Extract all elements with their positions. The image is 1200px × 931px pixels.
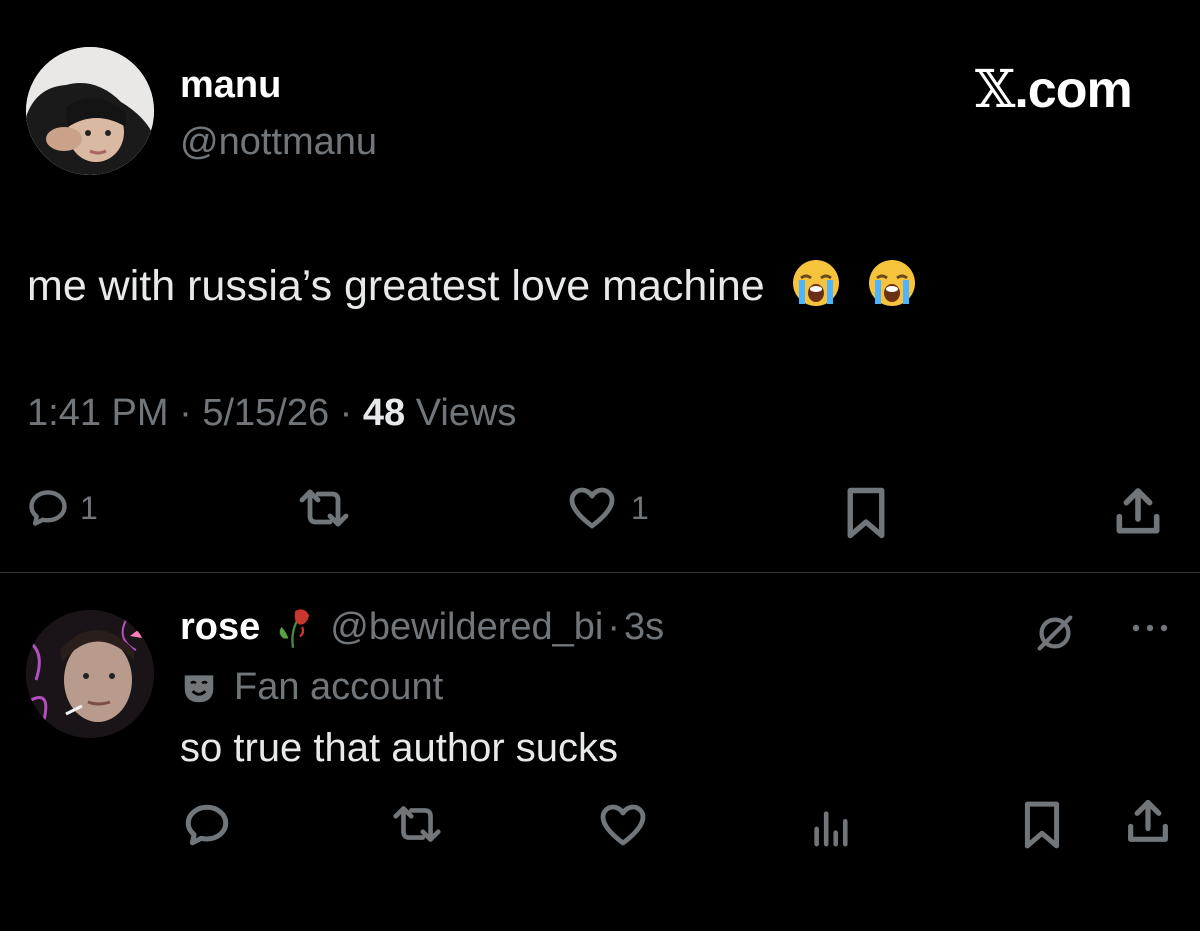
loudly-crying-face-icon — [867, 258, 917, 308]
wilted-flower-icon — [279, 609, 310, 648]
tweet-meta: 1:41 PM · 5/15/26 · 48 Views — [27, 392, 516, 435]
account-label[interactable]: Fan account — [180, 666, 443, 709]
share-icon — [1116, 488, 1160, 534]
tweet-time[interactable]: 1:41 PM — [27, 392, 169, 434]
repost-icon — [299, 489, 349, 527]
reply-bookmark-button[interactable] — [1020, 800, 1064, 850]
meta-separator: · — [179, 392, 192, 434]
reply-count: 1 — [80, 489, 98, 526]
bookmark-icon — [1024, 801, 1060, 849]
reply-like-button[interactable] — [598, 803, 648, 847]
reply-share-button[interactable] — [1122, 796, 1174, 848]
heart-icon — [600, 804, 646, 846]
like-count: 1 — [631, 489, 649, 526]
divider — [0, 572, 1200, 573]
bookmark-button[interactable] — [841, 486, 891, 540]
share-icon — [1128, 799, 1168, 842]
views-label: Views — [415, 392, 517, 434]
loudly-crying-face-icon — [791, 258, 841, 308]
x-logo-icon: 𝕏 — [975, 60, 1015, 120]
reply-time[interactable]: 3s — [624, 606, 664, 649]
like-button[interactable]: 1 — [567, 486, 649, 530]
theater-mask-icon — [184, 674, 214, 702]
reply-button[interactable]: 1 — [26, 486, 98, 530]
heart-icon — [569, 487, 615, 529]
tweet-body: me with russia’s greatest love machine — [27, 262, 765, 310]
more-options-icon[interactable] — [1128, 620, 1172, 641]
reply-views-button[interactable] — [810, 806, 850, 848]
share-button[interactable] — [1110, 484, 1166, 540]
reply-author-avatar[interactable] — [26, 610, 154, 738]
account-label-text: Fan account — [234, 666, 444, 708]
reply-text: so true that author sucks — [180, 726, 619, 770]
tweet-date[interactable]: 5/15/26 — [202, 392, 329, 434]
reply-reply-button[interactable] — [182, 800, 232, 850]
views-count: 48 — [362, 392, 406, 434]
author-name[interactable]: manu — [180, 64, 281, 107]
reply-icon — [185, 804, 229, 846]
meta-separator: · — [607, 605, 621, 648]
author-avatar[interactable] — [26, 47, 154, 175]
bookmark-icon — [847, 487, 885, 539]
author-handle[interactable]: @nottmanu — [180, 121, 377, 164]
analytics-icon — [814, 811, 848, 847]
reply-repost-button[interactable] — [388, 802, 446, 846]
grok-icon[interactable] — [1032, 610, 1078, 661]
reply-header: rose @bewildered_bi · 3s — [180, 604, 664, 650]
brand-text: .com — [1014, 61, 1132, 119]
repost-icon — [393, 806, 441, 842]
repost-button[interactable] — [294, 486, 354, 530]
meta-separator: · — [339, 392, 353, 434]
brand-watermark: 𝕏.com — [975, 60, 1133, 120]
reply-author-name[interactable]: rose — [180, 606, 260, 649]
reply-icon — [29, 490, 67, 526]
tweet-text: me with russia’s greatest love machine — [27, 258, 917, 311]
reply-author-handle[interactable]: @bewildered_bi — [330, 606, 603, 649]
